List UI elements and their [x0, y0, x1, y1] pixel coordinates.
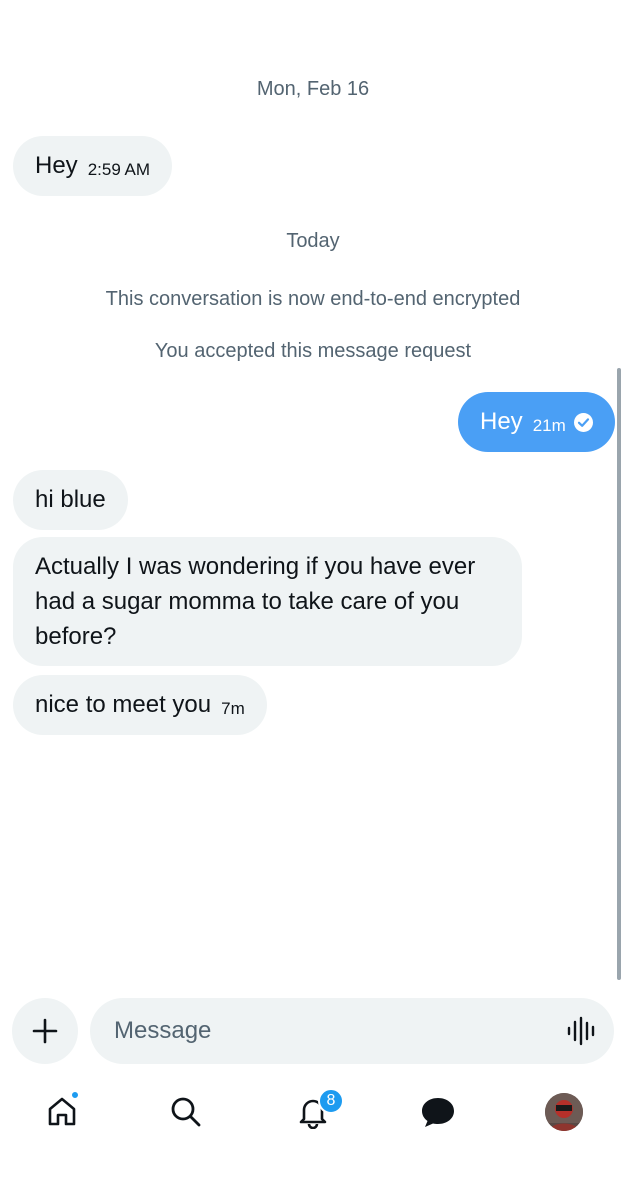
messages-bubble-icon: [422, 1098, 454, 1127]
tab-messages[interactable]: [418, 1092, 458, 1132]
system-message-encrypted: This conversation is now end-to-end encr…: [105, 288, 521, 310]
message-bubble-incoming[interactable]: nice to meet you 7m: [13, 675, 267, 735]
bottom-tab-bar: [0, 1078, 626, 1146]
message-text: hi blue: [35, 486, 106, 513]
message-time: 21m: [532, 416, 566, 435]
message-time: 2:59 AM: [87, 160, 151, 179]
message-bubble-incoming[interactable]: hi blue: [13, 470, 128, 530]
message-composer[interactable]: [90, 998, 614, 1064]
date-separator: Today: [286, 230, 340, 252]
message-bubble-outgoing[interactable]: Hey 21m: [458, 392, 615, 452]
message-text-line: had a sugar momma to take care of you: [35, 588, 460, 615]
system-message-accepted: You accepted this message request: [154, 340, 472, 362]
message-bubble-incoming[interactable]: Hey 2:59 AM: [13, 136, 173, 196]
search-icon: [171, 1097, 201, 1127]
message-bubble-incoming[interactable]: Actually I was wondering if you have eve…: [13, 537, 522, 666]
message-input[interactable]: [114, 998, 544, 1064]
notifications-count-badge: 8: [318, 1088, 344, 1114]
message-text: nice to meet you: [35, 691, 212, 718]
message-time: 7m: [221, 699, 245, 718]
profile-avatar[interactable]: [545, 1093, 583, 1131]
home-icon: [48, 1097, 76, 1126]
message-text-line: before?: [35, 623, 117, 650]
tab-search[interactable]: [166, 1092, 206, 1132]
message-text: Hey: [480, 408, 523, 435]
message-text-line: Actually I was wondering if you have eve…: [35, 553, 476, 580]
add-attachment-button[interactable]: [12, 998, 78, 1064]
scrollbar[interactable]: [617, 368, 621, 980]
read-receipt-check-icon: [573, 413, 593, 432]
voice-message-button[interactable]: [566, 1016, 596, 1046]
plus-icon: [32, 1018, 58, 1044]
date-separator: Mon, Feb 16: [256, 78, 370, 100]
home-unread-dot: [70, 1090, 80, 1100]
message-text: Hey: [35, 152, 78, 179]
voice-waveform-icon: [567, 1016, 595, 1046]
